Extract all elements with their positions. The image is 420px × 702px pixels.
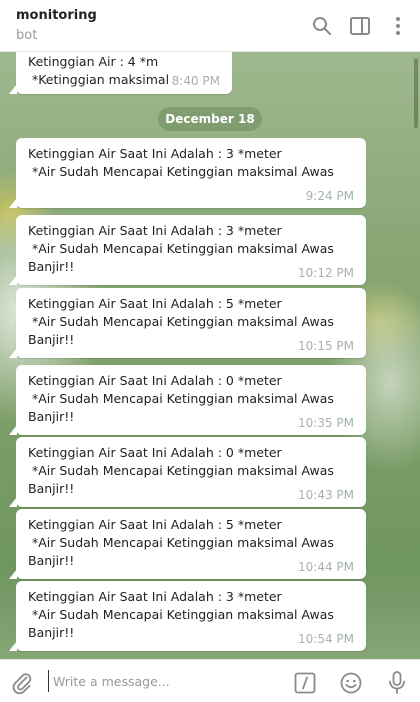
message-time: 8:40 PM bbox=[171, 74, 220, 88]
message-line: *Air Sudah Mencapai Ketinggian maksimal … bbox=[28, 164, 334, 179]
message-line: Ketinggian Air Saat Ini Adalah : 3 *mete… bbox=[28, 223, 282, 238]
message-line: *Air Sudah Mencapai Ketinggian maksimal … bbox=[28, 241, 334, 256]
message-time: 10:35 PM bbox=[298, 416, 354, 430]
date-separator: December 18 bbox=[158, 107, 262, 131]
message-line: *Air Sudah Mencapai Ketinggian maksimal … bbox=[28, 314, 334, 329]
chat-header: monitoring bot bbox=[0, 0, 420, 52]
bot-commands-icon[interactable] bbox=[293, 671, 317, 695]
search-icon[interactable] bbox=[310, 14, 334, 38]
message-bubble[interactable]: Ketinggian Air Saat Ini Adalah : 3 *mete… bbox=[9, 215, 366, 285]
message-bubble[interactable]: Ketinggian Air Saat Ini Adalah : 5 *mete… bbox=[9, 288, 366, 358]
message-line: *Air Sudah Mencapai Ketinggian maksimal … bbox=[28, 463, 334, 478]
message-time: 10:54 PM bbox=[298, 632, 354, 646]
message-history[interactable]: Ketinggian Air : 4 *m *Ketinggian maksim… bbox=[0, 52, 420, 659]
attach-icon[interactable] bbox=[10, 671, 34, 695]
message-line: Ketinggian Air Saat Ini Adalah : 0 *mete… bbox=[28, 445, 282, 460]
message-line: *Air Sudah Mencapai Ketinggian maksimal … bbox=[28, 391, 334, 406]
message-line: Ketinggian Air : 4 *m bbox=[28, 54, 159, 69]
message-time: 10:15 PM bbox=[298, 339, 354, 353]
message-time: 10:44 PM bbox=[298, 560, 354, 574]
message-line: *Air Sudah Mencapai Ketinggian maksimal … bbox=[28, 535, 334, 550]
message-bubble[interactable]: Ketinggian Air Saat Ini Adalah : 0 *mete… bbox=[9, 437, 366, 507]
message-line: Ketinggian Air Saat Ini Adalah : 5 *mete… bbox=[28, 517, 282, 532]
emoji-icon[interactable] bbox=[339, 671, 363, 695]
message-bubble[interactable]: Ketinggian Air Saat Ini Adalah : 3 *mete… bbox=[9, 581, 366, 651]
message-line: Ketinggian Air Saat Ini Adalah : 5 *mete… bbox=[28, 296, 282, 311]
message-bubble[interactable]: Ketinggian Air Saat Ini Adalah : 0 *mete… bbox=[9, 365, 366, 435]
message-composer bbox=[0, 659, 420, 702]
message-input[interactable] bbox=[48, 670, 268, 692]
message-bubble[interactable]: Ketinggian Air Saat Ini Adalah : 3 *mete… bbox=[9, 138, 366, 208]
more-options-icon[interactable] bbox=[386, 14, 410, 38]
chat-status: bot bbox=[16, 28, 38, 43]
message-line: *Air Sudah Mencapai Ketinggian maksimal … bbox=[28, 607, 334, 622]
sidebar-toggle-icon[interactable] bbox=[348, 14, 372, 38]
message-line: Ketinggian Air Saat Ini Adalah : 3 *mete… bbox=[28, 589, 282, 604]
message-time: 10:12 PM bbox=[298, 266, 354, 280]
message-line: Ketinggian Air Saat Ini Adalah : 3 *mete… bbox=[28, 146, 282, 161]
message-bubble[interactable]: Ketinggian Air Saat Ini Adalah : 5 *mete… bbox=[9, 509, 366, 579]
message-line: Ketinggian Air Saat Ini Adalah : 0 *mete… bbox=[28, 373, 282, 388]
microphone-icon[interactable] bbox=[385, 670, 409, 696]
message-time: 10:43 PM bbox=[298, 488, 354, 502]
scrollbar[interactable] bbox=[414, 58, 418, 128]
message-bubble-partial[interactable]: Ketinggian Air : 4 *m *Ketinggian maksim… bbox=[9, 52, 232, 94]
message-time: 9:24 PM bbox=[305, 189, 354, 203]
chat-title[interactable]: monitoring bbox=[16, 8, 97, 23]
